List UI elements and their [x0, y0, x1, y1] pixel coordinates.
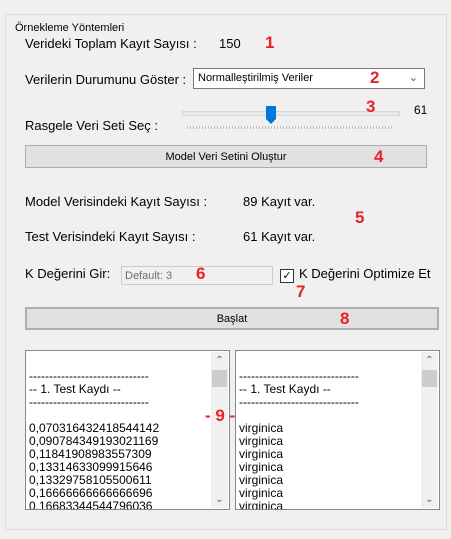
create-model-set-button[interactable]: Model Veri Setini Oluştur: [25, 145, 427, 168]
test-classes-listbox[interactable]: ------------------------------ -- 1. Test…: [235, 350, 440, 510]
data-state-combobox[interactable]: Normalleştirilmiş Veriler ⌄: [193, 68, 425, 89]
total-count-label: Verideki Toplam Kayıt Sayısı :: [25, 36, 197, 51]
slider-value: 61: [414, 103, 428, 117]
test-count-label: Test Verisindeki Kayıt Sayısı :: [25, 229, 196, 244]
vertical-scrollbar[interactable]: ⌃ ⌄: [211, 352, 228, 508]
list-item[interactable]: ------------------------------: [29, 396, 159, 409]
list-item[interactable]: ------------------------------: [239, 396, 359, 409]
annotation-5: 5: [355, 208, 365, 227]
chevron-down-icon[interactable]: ⌄: [421, 491, 438, 508]
slider-ticks: [187, 126, 394, 129]
chevron-down-icon[interactable]: ⌄: [211, 491, 228, 508]
annotation-3: 3: [366, 97, 376, 116]
annotation-9: - 9 -: [205, 406, 236, 425]
total-count-value: 150: [219, 36, 241, 51]
annotation-2: 2: [370, 68, 380, 87]
slider-thumb[interactable]: [266, 106, 277, 124]
data-state-label: Verilerin Durumunu Göster :: [25, 72, 187, 87]
list-item[interactable]: 0,16683344544796036: [29, 500, 159, 510]
annotation-4: 4: [374, 147, 384, 166]
optimize-k-checkbox[interactable]: ✓: [280, 269, 294, 283]
test-values-listbox[interactable]: ------------------------------ -- 1. Test…: [25, 350, 230, 510]
scrollbar-thumb[interactable]: [212, 370, 227, 387]
model-count-label: Model Verisindeki Kayıt Sayısı :: [25, 194, 208, 209]
checkmark-icon: ✓: [282, 270, 292, 282]
chevron-down-icon: ⌄: [408, 72, 418, 84]
k-value-label: K Değerini Gir:: [25, 266, 111, 281]
random-set-label: Rasgele Veri Seti Seç :: [25, 118, 158, 133]
annotation-8: 8: [340, 309, 350, 328]
annotation-7: 7: [296, 282, 306, 301]
annotation-6: 6: [196, 264, 206, 283]
start-button[interactable]: Başlat: [25, 307, 439, 330]
scrollbar-thumb[interactable]: [422, 370, 437, 387]
combobox-value: Normalleştirilmiş Veriler: [198, 72, 313, 84]
chevron-up-icon[interactable]: ⌃: [211, 352, 228, 369]
annotation-1: 1: [265, 33, 275, 52]
model-count-value: 89 Kayıt var.: [243, 194, 316, 209]
chevron-up-icon[interactable]: ⌃: [421, 352, 438, 369]
optimize-k-label[interactable]: K Değerini Optimize Et: [299, 266, 431, 281]
vertical-scrollbar[interactable]: ⌃ ⌄: [421, 352, 438, 508]
list-item[interactable]: virginica: [239, 500, 359, 510]
test-count-value: 61 Kayıt var.: [243, 229, 316, 244]
groupbox-title: Örnekleme Yöntemleri: [14, 22, 126, 34]
